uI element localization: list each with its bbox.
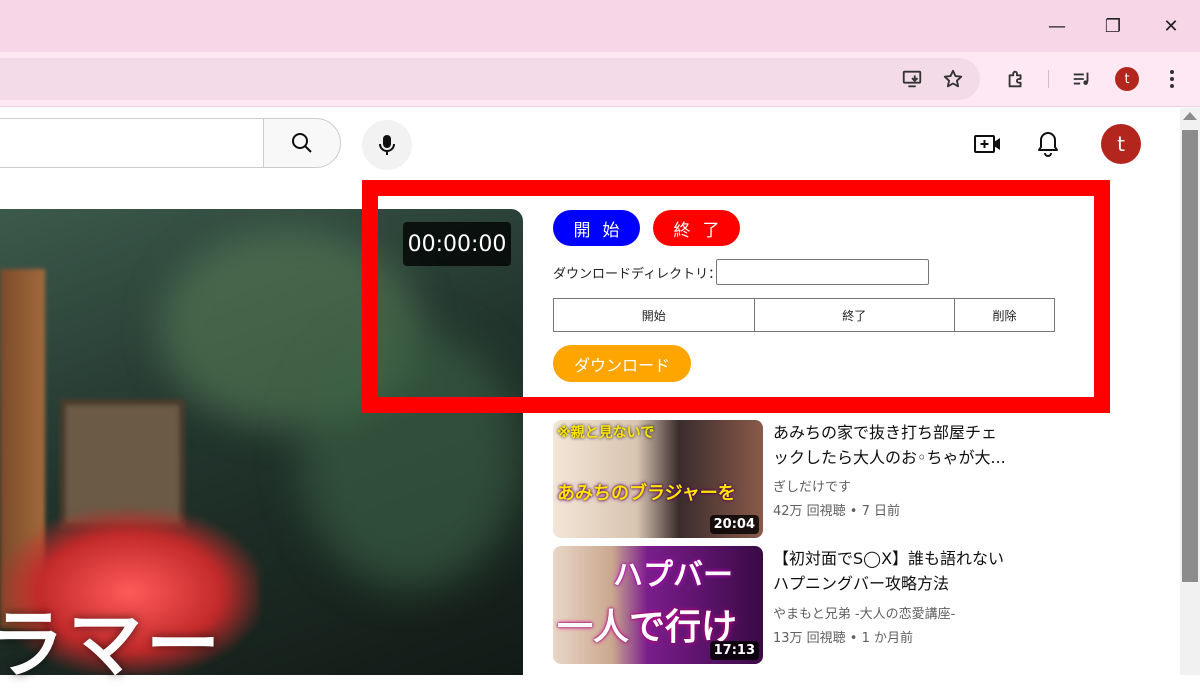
video-title[interactable]: 【初対面でS◯X】誰も語れない ハプニングバー攻略方法 xyxy=(773,546,1043,596)
address-bar[interactable] xyxy=(0,58,980,100)
end-recording-button[interactable]: 終了 xyxy=(653,210,740,246)
scrollbar-thumb[interactable] xyxy=(1182,130,1198,582)
video-thumbnail[interactable]: ハプバー 一人で行け 17:13 xyxy=(553,546,763,664)
bell-icon xyxy=(1038,132,1058,157)
thumbnail-caption: あみちのブラジャーを xyxy=(557,483,736,504)
table-header-start: 開始 xyxy=(553,298,755,332)
profile-button[interactable]: t xyxy=(1115,67,1139,91)
table-header-delete: 削除 xyxy=(954,298,1055,332)
video-meta: 13万 回視聴 • 1 か月前 xyxy=(773,631,914,646)
video-meta: 42万 回視聴 • 7 日前 xyxy=(773,504,901,519)
install-app-button[interactable] xyxy=(894,61,930,97)
close-icon: ✕ xyxy=(1163,15,1179,37)
video-title-line: ックしたら大人のお◦ちゃが大... xyxy=(773,448,1006,467)
avatar: t xyxy=(1115,67,1139,91)
end-label: 終了 xyxy=(673,220,732,241)
channel-name[interactable]: ぎしだけです xyxy=(773,476,851,495)
download-directory-input[interactable] xyxy=(716,259,929,285)
minimize-icon: — xyxy=(1048,15,1066,37)
create-button[interactable] xyxy=(968,124,1008,164)
thumbnail-caption: ※親と見ないで xyxy=(557,425,655,441)
download-button[interactable]: ダウンロード xyxy=(553,345,691,382)
star-icon xyxy=(943,69,963,88)
toolbar-separator xyxy=(1048,70,1049,88)
search-input[interactable] xyxy=(0,118,264,168)
download-label: ダウンロード xyxy=(573,355,670,375)
notifications-button[interactable] xyxy=(1028,124,1068,164)
table-header-end: 終了 xyxy=(753,298,955,332)
account-button[interactable]: t xyxy=(1101,124,1141,164)
channel-name[interactable]: やまもと兄弟 -大人の恋愛講座- xyxy=(773,603,955,622)
search-button[interactable] xyxy=(263,118,341,168)
browser-titlebar xyxy=(0,0,1200,52)
bookmark-star-button[interactable] xyxy=(935,61,971,97)
start-recording-button[interactable]: 開始 xyxy=(553,210,640,246)
video-title-line: あみちの家で抜き打ち部屋チェ xyxy=(773,423,998,442)
avatar: t xyxy=(1101,124,1141,164)
restore-button[interactable]: ❐ xyxy=(1084,0,1142,52)
table-header-row: 開始 終了 削除 xyxy=(553,298,1055,332)
browser-menu-button[interactable] xyxy=(1154,61,1190,97)
search-icon xyxy=(292,133,312,153)
restore-icon: ❐ xyxy=(1104,15,1122,37)
thumbnail-caption: ハプバー xyxy=(613,558,733,593)
minimize-button[interactable]: — xyxy=(1028,0,1086,52)
extensions-button[interactable] xyxy=(998,61,1034,97)
video-overlay-text: ラマー xyxy=(0,602,224,688)
video-thumbnail[interactable]: ※親と見ないで あみちのブラジャーを 20:04 xyxy=(553,420,763,538)
start-label: 開始 xyxy=(573,220,632,241)
microphone-icon xyxy=(379,135,395,155)
video-add-icon xyxy=(974,135,1000,153)
more-vert-icon xyxy=(1170,70,1174,88)
clip-table: 開始 終了 削除 xyxy=(553,298,1055,332)
video-duration: 20:04 xyxy=(709,515,759,534)
playlist-icon xyxy=(1073,72,1089,85)
voice-search-button[interactable] xyxy=(362,120,412,170)
highlight-frame xyxy=(362,180,1110,413)
video-title[interactable]: あみちの家で抜き打ち部屋チェ ックしたら大人のお◦ちゃが大... xyxy=(773,420,1043,470)
video-duration: 17:13 xyxy=(709,641,759,660)
close-window-button[interactable]: ✕ xyxy=(1142,0,1200,52)
scroll-up-arrow[interactable] xyxy=(1183,112,1197,120)
download-directory-label: ダウンロードディレクトリ： xyxy=(553,267,722,282)
video-title-line: 【初対面でS◯X】誰も語れない xyxy=(773,549,1005,568)
puzzle-icon xyxy=(1008,70,1022,88)
video-title-line: ハプニングバー攻略方法 xyxy=(773,574,950,593)
install-icon xyxy=(902,70,922,88)
media-controls-button[interactable] xyxy=(1064,61,1100,97)
